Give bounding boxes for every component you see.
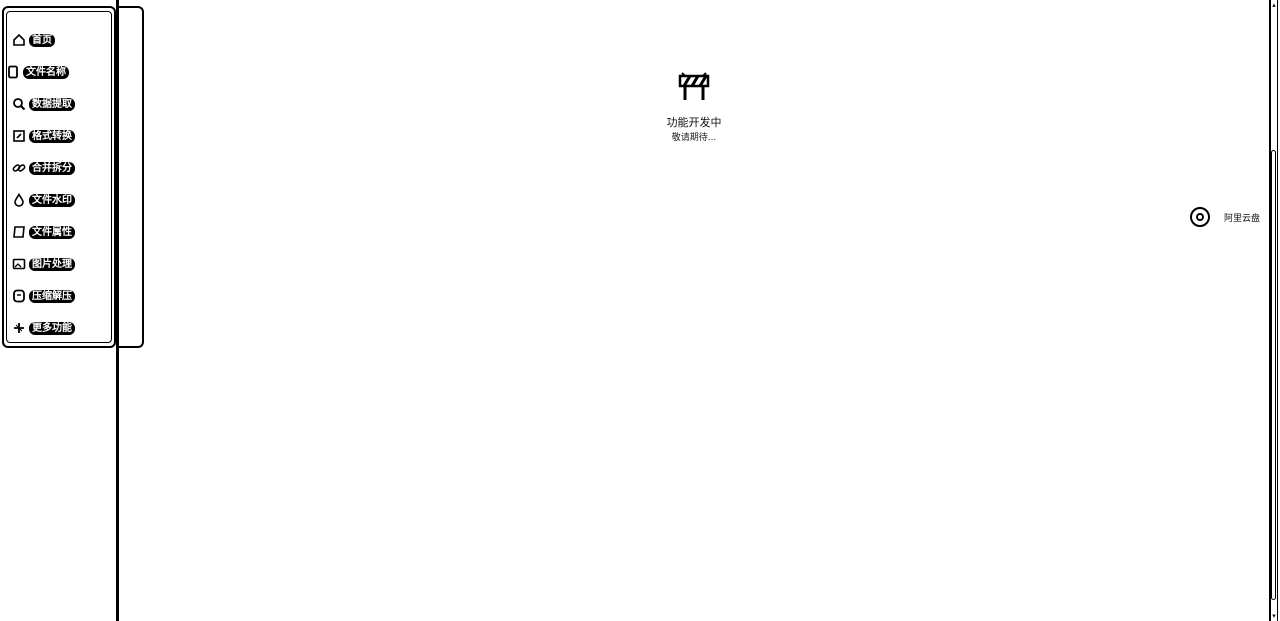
sidebar-item-filename[interactable]: 文件名称 [0, 58, 119, 88]
app-window: 首页 文件名称 数据提取 格式转换 合并拆分 文件水印 文件属性 图片处理 压缩… [0, 0, 1280, 621]
document-icon [6, 65, 20, 79]
sidebar-item-home[interactable]: 首页 [12, 30, 55, 50]
under-construction-block: 功能开发中 敬请期待... [120, 68, 1268, 144]
sidebar-item-label: 文件名称 [23, 65, 69, 79]
sidebar-item-label: 图片处理 [29, 257, 75, 271]
sidebar-item-image-process[interactable]: 图片处理 [12, 254, 75, 274]
sidebar-item-file-properties[interactable]: 文件属性 [12, 222, 75, 242]
sidebar-item-label: 文件属性 [29, 225, 75, 239]
archive-icon [12, 289, 26, 303]
sidebar-item-label: 更多功能 [29, 321, 75, 335]
sidebar-item-label: 压缩解压 [29, 289, 75, 303]
scroll-up-arrow-icon[interactable]: ▴ [1271, 0, 1277, 10]
sidebar: 首页 文件名称 数据提取 格式转换 合并拆分 文件水印 文件属性 图片处理 压缩… [0, 6, 119, 348]
barrier-icon [676, 68, 712, 104]
scrollbar-thumb[interactable] [1271, 150, 1276, 600]
droplet-icon [12, 193, 26, 207]
cloud-drive-button[interactable]: 阿里云盘 [1190, 205, 1260, 229]
convert-icon [12, 129, 26, 143]
status-subtitle: 敬请期待... [671, 133, 717, 143]
sidebar-item-label: 数据提取 [29, 97, 75, 111]
image-icon [12, 257, 26, 271]
sidebar-item-more[interactable]: 更多功能 [12, 318, 75, 338]
sidebar-item-watermark[interactable]: 文件水印 [12, 190, 75, 210]
file-props-icon [12, 225, 26, 239]
sidebar-item-compress[interactable]: 压缩解压 [12, 286, 75, 306]
scroll-down-arrow-icon[interactable]: ▾ [1271, 611, 1277, 621]
cloud-drive-label: 阿里云盘 [1224, 213, 1261, 224]
link-icon [12, 161, 26, 175]
sidebar-item-format-convert[interactable]: 格式转换 [12, 126, 75, 146]
search-icon [12, 97, 26, 111]
sidebar-item-label: 文件水印 [29, 193, 75, 207]
main-content: 功能开发中 敬请期待... [120, 0, 1268, 621]
sidebar-item-data-extract[interactable]: 数据提取 [12, 94, 75, 114]
plus-icon [12, 321, 26, 335]
cloud-drive-icon [1190, 207, 1210, 227]
sidebar-item-merge-split[interactable]: 合并拆分 [12, 158, 75, 178]
sidebar-item-label: 格式转换 [29, 129, 75, 143]
status-title: 功能开发中 [666, 116, 722, 129]
sidebar-item-label: 首页 [29, 33, 55, 47]
vertical-scrollbar[interactable]: ▴ ▾ [1269, 0, 1278, 621]
home-icon [12, 33, 26, 47]
sidebar-item-label: 合并拆分 [29, 161, 75, 175]
